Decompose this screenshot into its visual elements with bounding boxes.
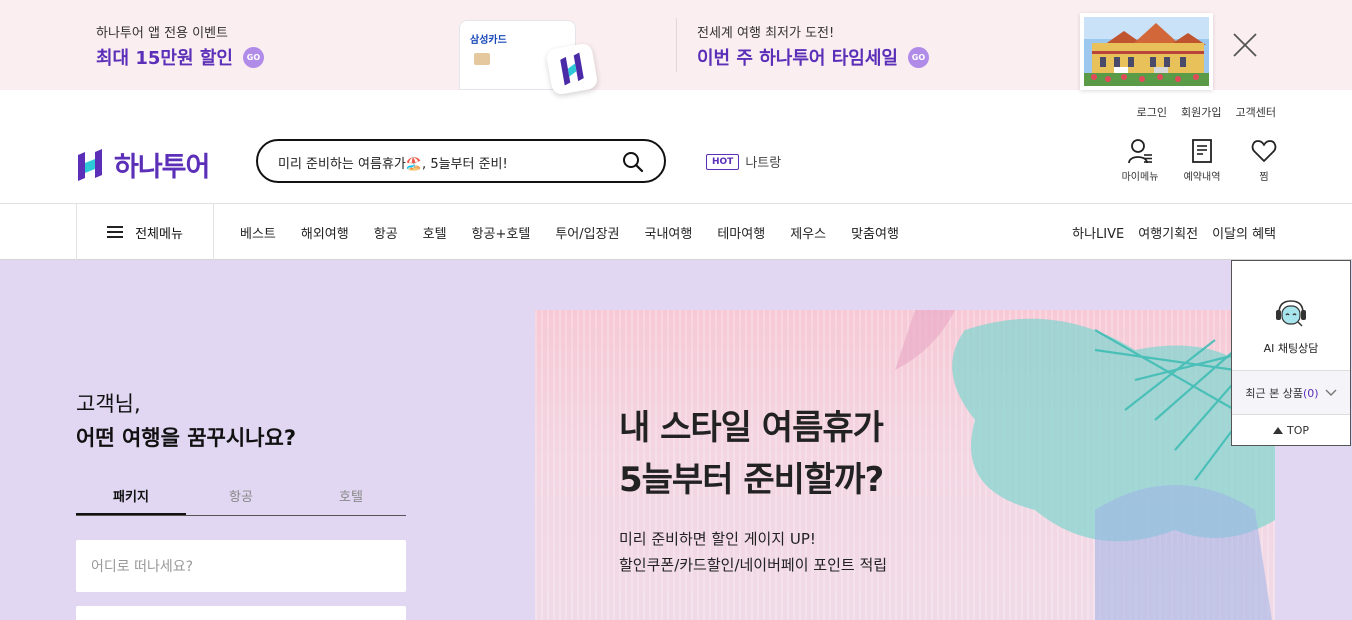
promo1-link[interactable]: 최대 15만원 할인 GO — [96, 44, 264, 70]
chevron-down-icon — [1325, 389, 1337, 396]
nav-item-flight-hotel[interactable]: 항공+호텔 — [472, 223, 531, 242]
hero-banner[interactable]: 내 스타일 여름휴가 5늘부터 준비할까? 미리 준비하면 할인 게이지 UP!… — [535, 310, 1275, 620]
nav-items: 베스트 해외여행 항공 호텔 항공+호텔 투어/입장권 국내여행 테마여행 제우… — [240, 204, 899, 260]
card-brand-label: 삼성카드 — [470, 35, 507, 46]
search-icon[interactable] — [622, 151, 644, 173]
promo1-title: 최대 15만원 할인 — [96, 48, 233, 69]
nav-item-hotel[interactable]: 호텔 — [423, 223, 447, 242]
nav-item-theme[interactable]: 테마여행 — [717, 223, 765, 242]
document-icon — [1192, 139, 1212, 163]
top-label: TOP — [1286, 423, 1309, 437]
go-button[interactable]: GO — [907, 46, 929, 68]
chatbot-icon — [1276, 300, 1306, 327]
promo2-title: 이번 주 하나투어 타임세일 — [697, 48, 898, 69]
go-button[interactable]: GO — [242, 46, 264, 68]
all-menu-label: 전체메뉴 — [135, 226, 183, 242]
hero-title-line2: 5늘부터 준비할까? — [619, 460, 884, 500]
close-icon — [1233, 33, 1257, 57]
hanatour-app-icon — [545, 42, 599, 96]
hanatour-logo-icon — [78, 148, 102, 181]
hot-badge: HOT — [706, 153, 740, 170]
tab-package[interactable]: 패키지 — [76, 482, 186, 515]
hot-keyword-text[interactable]: 나트랑 — [745, 152, 781, 171]
hamburger-icon — [107, 226, 124, 238]
ai-chat-button[interactable]: AI 채팅상담 — [1232, 261, 1350, 371]
ai-chat-label: AI 채팅상담 — [1263, 342, 1319, 355]
nav-item-domestic[interactable]: 국내여행 — [645, 223, 693, 242]
recent-products-button[interactable]: 최근 본 상품(0) — [1232, 371, 1350, 415]
recent-products-count: (0) — [1303, 386, 1319, 400]
recent-products-label: 최근 본 상품 — [1245, 386, 1303, 400]
timesale-image[interactable] — [1080, 13, 1213, 90]
date-input[interactable] — [76, 606, 406, 620]
hot-keyword[interactable]: HOT 나트랑 — [706, 152, 781, 171]
my-menu-label: 마이메뉴 — [1121, 172, 1159, 183]
promo2-subtitle: 전세계 여행 최저가 도전! — [697, 26, 835, 41]
tab-hotel[interactable]: 호텔 — [296, 482, 406, 515]
hero-subtitle-line2: 할인쿠폰/카드할인/네이버페이 포인트 적립 — [619, 556, 888, 574]
nav-item-hana-live[interactable]: 하나LIVE — [1072, 223, 1124, 242]
promo1-subtitle: 하나투어 앱 전용 이벤트 — [96, 26, 228, 41]
signup-link[interactable]: 회원가입 — [1181, 104, 1221, 120]
close-banner-button[interactable] — [1230, 30, 1260, 60]
card-chip-icon — [474, 53, 490, 65]
my-menu-button[interactable]: 마이메뉴 — [1118, 138, 1162, 183]
tab-flight[interactable]: 항공 — [186, 482, 296, 515]
hero-section: 고객님, 어떤 여행을 꿈꾸시나요? 패키지 항공 호텔 어디로 떠나세요? 내… — [0, 260, 1352, 620]
nav-item-overseas[interactable]: 해외여행 — [301, 223, 349, 242]
nav-item-exhibitions[interactable]: 여행기획전 — [1138, 223, 1198, 242]
all-menu-button[interactable]: 전체메뉴 — [76, 204, 214, 260]
wishlist-button[interactable]: 찜 — [1242, 138, 1286, 183]
caret-up-icon — [1272, 426, 1283, 434]
user-icon — [1128, 139, 1152, 164]
nav-item-best[interactable]: 베스트 — [240, 223, 276, 242]
top-banner: 하나투어 앱 전용 이벤트 최대 15만원 할인 GO 삼성카드 전세계 여행 … — [0, 0, 1352, 96]
nav-item-monthly-benefits[interactable]: 이달의 혜택 — [1212, 223, 1276, 242]
nav-item-custom[interactable]: 맞춤여행 — [851, 223, 899, 242]
floating-side-panel: AI 채팅상담 최근 본 상품(0) TOP — [1231, 260, 1351, 446]
destination-input[interactable]: 어디로 떠나세요? — [76, 540, 406, 592]
scroll-top-button[interactable]: TOP — [1232, 415, 1350, 445]
utility-links: 로그인 회원가입 고객센터 — [1137, 104, 1276, 120]
promo2-link[interactable]: 이번 주 하나투어 타임세일 GO — [697, 44, 929, 70]
nav-item-zeus[interactable]: 제우스 — [790, 223, 826, 242]
reservations-label: 예약내역 — [1183, 172, 1221, 183]
search-tabs: 패키지 항공 호텔 — [76, 482, 406, 516]
banner-divider — [676, 18, 677, 72]
customer-center-link[interactable]: 고객센터 — [1236, 104, 1276, 120]
header-icons: 마이메뉴 예약내역 찜 — [1118, 138, 1286, 183]
logo-text: 하나투어 — [114, 152, 210, 183]
main-nav: 전체메뉴 베스트 해외여행 항공 호텔 항공+호텔 투어/입장권 국내여행 테마… — [0, 203, 1352, 260]
nav-item-tours[interactable]: 투어/입장권 — [555, 223, 619, 242]
site-logo[interactable]: 하나투어 — [76, 145, 210, 184]
greeting-line1: 고객님, — [76, 392, 141, 416]
hero-title-line1: 내 스타일 여름휴가 — [619, 408, 884, 448]
heart-icon — [1251, 140, 1277, 162]
hero-subtitle-line1: 미리 준비하면 할인 게이지 UP! — [619, 530, 816, 548]
search-input[interactable]: 미리 준비하는 여름휴가🏖️, 5늘부터 준비! — [278, 153, 508, 172]
login-link[interactable]: 로그인 — [1137, 104, 1167, 120]
reservations-button[interactable]: 예약내역 — [1180, 138, 1224, 183]
search-box[interactable]: 미리 준비하는 여름휴가🏖️, 5늘부터 준비! — [256, 139, 666, 183]
nav-right-items: 하나LIVE 여행기획전 이달의 혜택 — [1072, 204, 1276, 260]
nav-item-flight[interactable]: 항공 — [374, 223, 398, 242]
wishlist-label: 찜 — [1259, 172, 1269, 183]
greeting-line2: 어떤 여행을 꿈꾸시나요? — [76, 426, 297, 450]
